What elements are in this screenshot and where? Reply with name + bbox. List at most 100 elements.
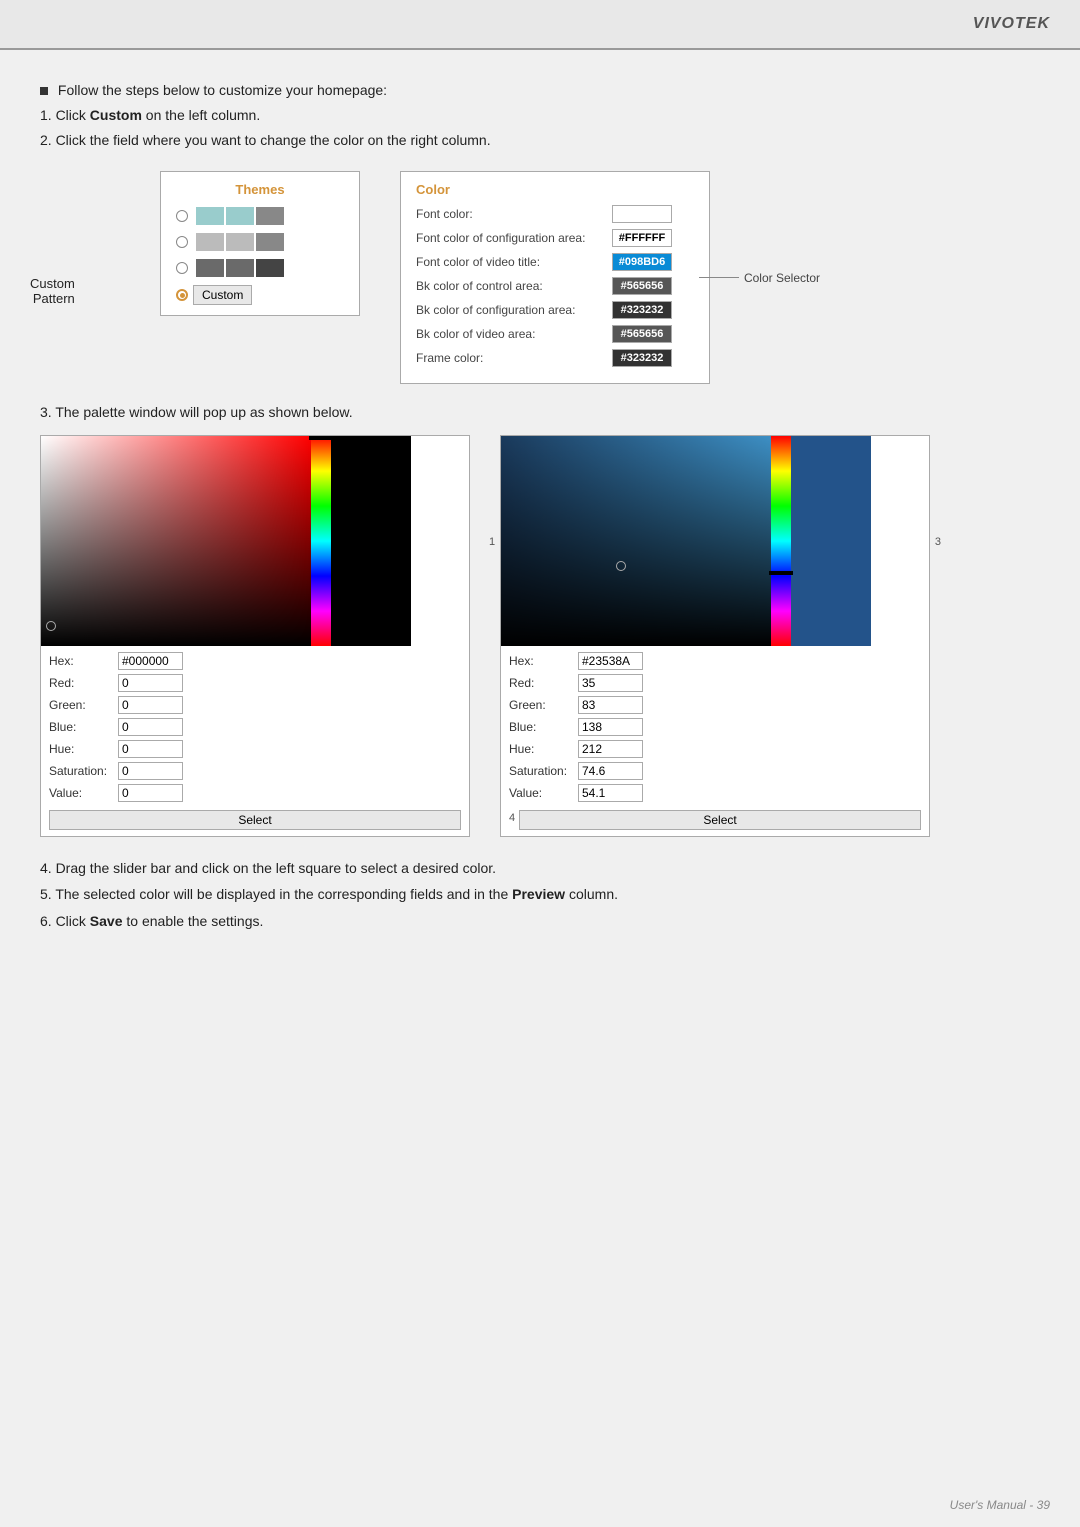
crosshair-left [46, 621, 56, 631]
theme-block [226, 259, 254, 277]
sat-label-right: Saturation: [509, 764, 574, 778]
bullet-icon [40, 87, 48, 95]
picker-left-inner [41, 436, 469, 646]
hue-input-left[interactable] [118, 740, 183, 758]
sat-row-left: Saturation: [49, 762, 461, 780]
gradient-canvas-right[interactable] [501, 436, 771, 646]
theme-item-3 [176, 259, 344, 277]
color-panel: Color Font color: Font color of configur… [400, 171, 710, 384]
themes-panel: Themes [160, 171, 360, 316]
select-button-left[interactable]: Select [49, 810, 461, 830]
sat-input-left[interactable] [118, 762, 183, 780]
red-input-right[interactable] [578, 674, 643, 692]
gradient-canvas-left[interactable] [41, 436, 311, 646]
custom-button[interactable]: Custom [193, 285, 252, 305]
color-label-3: Bk color of control area: [416, 279, 606, 293]
green-label-left: Green: [49, 698, 114, 712]
blue-label-left: Blue: [49, 720, 114, 734]
main-content: Follow the steps below to customize your… [0, 50, 1080, 966]
hex-label-right: Hex: [509, 654, 574, 668]
color-swatch-3[interactable]: #565656 [612, 277, 672, 295]
color-swatch-4[interactable]: #323232 [612, 301, 672, 319]
blue-input-left[interactable] [118, 718, 183, 736]
preview-left [331, 436, 411, 646]
color-row-6: Frame color: #323232 [416, 349, 694, 367]
hex-input-left[interactable] [118, 652, 183, 670]
color-swatch-2[interactable]: #098BD6 [612, 253, 672, 271]
color-selector-label: Color Selector [699, 271, 820, 285]
fields-left: Hex: Red: Green: Blue: Hue: [41, 646, 469, 836]
color-row-1: Font color of configuration area: #FFFFF… [416, 229, 694, 247]
custom-pattern-label: CustomPattern [30, 276, 75, 306]
hex-row-left: Hex: [49, 652, 461, 670]
red-input-left[interactable] [118, 674, 183, 692]
color-label-5: Bk color of video area: [416, 327, 606, 341]
theme-block [196, 207, 224, 225]
line [699, 277, 739, 278]
blue-input-right[interactable] [578, 718, 643, 736]
hue-slider-left[interactable] [311, 436, 331, 646]
green-input-right[interactable] [578, 696, 643, 714]
sat-input-right[interactable] [578, 762, 643, 780]
color-row-3: Bk color of control area: #565656 [416, 277, 694, 295]
theme-preview-1 [196, 207, 284, 225]
blue-row-right: Blue: [509, 718, 921, 736]
custom-radio[interactable] [176, 289, 188, 301]
theme-block [256, 259, 284, 277]
hex-input-right[interactable] [578, 652, 643, 670]
theme-preview-2 [196, 233, 284, 251]
instructions: Follow the steps below to customize your… [40, 80, 1040, 151]
blue-row-left: Blue: [49, 718, 461, 736]
pickers-row: Hex: Red: Green: Blue: Hue: [40, 435, 1040, 837]
select-button-right[interactable]: Select [519, 810, 921, 830]
red-label-right: Red: [509, 676, 574, 690]
gradient-blue [501, 436, 771, 646]
val-input-right[interactable] [578, 784, 643, 802]
custom-area: Custom [176, 285, 344, 305]
badge-1: 1 [489, 536, 495, 548]
badge-3: 3 [935, 536, 941, 548]
footer: User's Manual - 39 [950, 1498, 1050, 1512]
badge-4: 4 [509, 812, 515, 824]
theme-block [226, 233, 254, 251]
radio-2[interactable] [176, 236, 188, 248]
color-swatch-5[interactable]: #565656 [612, 325, 672, 343]
hue-slider-right[interactable] [771, 436, 791, 646]
header: VIVOTEK [0, 0, 1080, 50]
picker-right: 1 ⊙ 2 3 [500, 435, 930, 837]
hue-label-left: Hue: [49, 742, 114, 756]
hue-row-left: Hue: [49, 740, 461, 758]
picker-left: Hex: Red: Green: Blue: Hue: [40, 435, 470, 837]
intro-text: Follow the steps below to customize your… [40, 80, 1040, 101]
color-swatch-0[interactable] [612, 205, 672, 223]
color-title: Color [416, 182, 694, 197]
val-input-left[interactable] [118, 784, 183, 802]
val-label-right: Value: [509, 786, 574, 800]
radio-1[interactable] [176, 210, 188, 222]
hue-input-right[interactable] [578, 740, 643, 758]
step3-text: 3. The palette window will pop up as sho… [40, 404, 1040, 420]
green-input-left[interactable] [118, 696, 183, 714]
custom-radio-inner [180, 293, 185, 298]
gradient-black-red [41, 436, 311, 646]
color-swatch-6[interactable]: #323232 [612, 349, 672, 367]
fields-right: Hex: Red: Green: Blue: Hue: [501, 646, 929, 836]
val-label-left: Value: [49, 786, 114, 800]
panel-row: Themes [40, 171, 1040, 384]
hue-thumb-left [309, 436, 333, 440]
crosshair-right [616, 561, 626, 571]
radio-3[interactable] [176, 262, 188, 274]
color-label-0: Font color: [416, 207, 606, 221]
color-label-1: Font color of configuration area: [416, 231, 606, 245]
hue-thumb-right [769, 571, 793, 575]
red-label-left: Red: [49, 676, 114, 690]
color-swatch-1[interactable]: #FFFFFF [612, 229, 672, 247]
bottom-instructions: 4. Drag the slider bar and click on the … [40, 857, 1040, 932]
color-label-6: Frame color: [416, 351, 606, 365]
theme-item-2 [176, 233, 344, 251]
step1-text: 1. Click Custom on the left column. [40, 105, 1040, 126]
theme-block [256, 233, 284, 251]
val-row-left: Value: [49, 784, 461, 802]
step6-text: 6. Click Save to enable the settings. [40, 910, 1040, 932]
theme-block [196, 259, 224, 277]
